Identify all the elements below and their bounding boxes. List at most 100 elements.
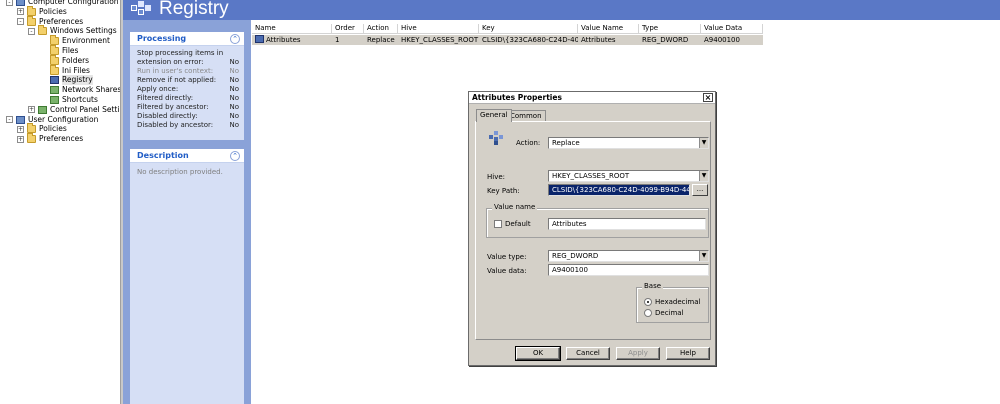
tree-item-label: Ini Files <box>62 65 90 75</box>
table-cell-text: Attributes <box>581 36 616 44</box>
column-header-value-name[interactable]: Value Name <box>578 24 639 34</box>
tree-item-policies[interactable]: + Policies <box>17 123 67 134</box>
tab-common[interactable]: Common <box>506 110 546 121</box>
help-button[interactable]: Help <box>666 347 710 360</box>
column-header-action[interactable]: Action <box>364 24 398 34</box>
expand-icon[interactable]: + <box>17 135 24 143</box>
key-path-field[interactable]: CLSID\{323CA680-C24D-4099-B94D-446DD2C <box>548 184 690 196</box>
network-shares-icon <box>50 86 59 95</box>
registry-icon <box>489 131 503 145</box>
table-cell: Attributes <box>252 35 332 45</box>
description-panel: Description ⌃ No description provided. <box>130 149 244 404</box>
collapse-icon[interactable]: ⌃ <box>230 34 240 44</box>
processing-row: Remove if not applied: No <box>137 76 239 85</box>
description-panel-header[interactable]: Description ⌃ <box>130 149 244 163</box>
processing-row: Filtered directly: No <box>137 94 239 103</box>
tree-item-shortcuts[interactable]: Shortcuts <box>40 95 98 105</box>
registry-icon <box>50 76 59 85</box>
close-icon[interactable]: × <box>703 93 713 102</box>
column-header-type[interactable]: Type <box>639 24 701 34</box>
processing-row-label: Filtered by ancestor: <box>137 103 209 111</box>
tree-item-preferences[interactable]: - Preferences <box>17 15 84 27</box>
apply-button[interactable]: Apply <box>616 347 660 360</box>
tab-general[interactable]: General <box>476 109 512 122</box>
processing-panel: Processing ⌃ Stop processing items in ext… <box>130 32 244 140</box>
expand-icon[interactable]: + <box>17 125 24 133</box>
tree-item-label: Preferences <box>39 16 84 26</box>
table-cell-text: REG_DWORD <box>642 36 689 44</box>
collapse-icon[interactable]: - <box>17 18 24 26</box>
processing-row: Disabled directly: No <box>137 112 239 121</box>
tree-item-policies[interactable]: + Policies <box>17 5 67 17</box>
value-data-field[interactable]: A9400100 <box>548 264 709 276</box>
tree-item-control-panel-settings[interactable]: + Control Panel Settings <box>28 105 120 115</box>
description-text: No description provided. <box>137 168 223 176</box>
list-header: Name Order Action Hive Key Value Name Type Valu… <box>252 24 763 34</box>
cancel-button[interactable]: Cancel <box>566 347 610 360</box>
tree-item-registry[interactable]: Registry <box>40 75 93 86</box>
tree-item-folders[interactable]: Folders <box>40 54 89 66</box>
tree-item-user-configuration[interactable]: - User Configuration <box>6 115 98 125</box>
hexadecimal-radio[interactable] <box>644 298 652 306</box>
tree-item-windows-settings[interactable]: - Windows Settings <box>28 25 117 36</box>
column-header-name[interactable]: Name <box>252 24 332 34</box>
chevron-down-icon[interactable]: ▼ <box>699 171 708 181</box>
table-row[interactable]: Attributes 1 Replace HKEY_CLASSES_ROOT CLSID… <box>252 35 763 45</box>
registry-icon <box>131 1 151 15</box>
tree-item-preferences[interactable]: + Preferences <box>17 133 84 144</box>
tree-item-label: Policies <box>39 124 67 134</box>
chevron-down-icon[interactable]: ▼ <box>699 251 708 261</box>
control-panel-icon <box>38 105 47 114</box>
decimal-label: Decimal <box>655 309 684 317</box>
column-header-hive[interactable]: Hive <box>398 24 479 34</box>
shortcuts-icon <box>50 96 59 104</box>
tree-item-label: Preferences <box>39 134 84 144</box>
action-select[interactable]: Replace ▼ <box>548 137 709 149</box>
processing-row-value: No <box>229 121 239 129</box>
column-header-value-data[interactable]: Value Data <box>701 24 763 34</box>
tree-item-label: User Configuration <box>28 114 99 124</box>
collapse-icon[interactable]: ⌃ <box>230 151 240 161</box>
value-type-select[interactable]: REG_DWORD ▼ <box>548 250 709 262</box>
tree-item-label: Control Panel Settings <box>50 104 120 114</box>
details-sidebar: Processing ⌃ Stop processing items in ext… <box>123 20 251 404</box>
hive-select[interactable]: HKEY_CLASSES_ROOT ▼ <box>548 170 709 182</box>
table-cell: Attributes <box>578 35 639 45</box>
value-name-field[interactable]: Attributes <box>548 218 706 230</box>
table-cell: A9400100 <box>701 35 763 45</box>
dialog-title: Attributes Properties <box>472 93 562 102</box>
expand-icon[interactable]: + <box>28 106 35 114</box>
tree-item-network-shares[interactable]: Network Shares <box>40 85 120 95</box>
registry-icon <box>255 35 264 43</box>
tree-item-label: Windows Settings <box>50 26 117 36</box>
table-cell-text: HKEY_CLASSES_ROOT <box>401 36 479 44</box>
ok-button[interactable]: OK <box>515 346 561 361</box>
processing-row-value: No <box>229 85 239 93</box>
table-cell-text: CLSID\{323CA680-C24D-40... <box>482 36 578 44</box>
hive-value: HKEY_CLASSES_ROOT <box>552 172 630 180</box>
decimal-radio[interactable] <box>644 309 652 317</box>
table-cell-text: A9400100 <box>704 36 740 44</box>
collapse-icon[interactable]: - <box>6 116 13 124</box>
tree-item-ini-files[interactable]: Ini Files <box>40 64 90 76</box>
collapse-icon[interactable]: - <box>6 0 13 6</box>
user-icon <box>16 115 25 124</box>
processing-row: Run in user's context: No <box>137 67 239 76</box>
processing-row-value: No <box>229 76 239 84</box>
column-header-key[interactable]: Key <box>479 24 578 34</box>
default-checkbox[interactable] <box>494 220 502 228</box>
table-cell-text: Attributes <box>266 36 301 44</box>
expand-icon[interactable]: + <box>17 8 24 16</box>
processing-row-label: Run in user's context: <box>137 67 214 75</box>
browse-button[interactable]: ... <box>692 184 708 196</box>
column-header-order[interactable]: Order <box>332 24 364 34</box>
processing-row-label: extension on error: <box>137 58 204 66</box>
processing-panel-header[interactable]: Processing ⌃ <box>130 32 244 46</box>
table-cell: REG_DWORD <box>639 35 701 45</box>
chevron-down-icon[interactable]: ▼ <box>699 138 708 148</box>
collapse-icon[interactable]: - <box>28 27 35 35</box>
processing-row-value: No <box>229 58 239 66</box>
processing-row-label: Stop processing items in <box>137 49 224 57</box>
dialog-titlebar[interactable]: Attributes Properties × <box>469 92 715 104</box>
tree-item-files[interactable]: Files <box>40 45 78 56</box>
